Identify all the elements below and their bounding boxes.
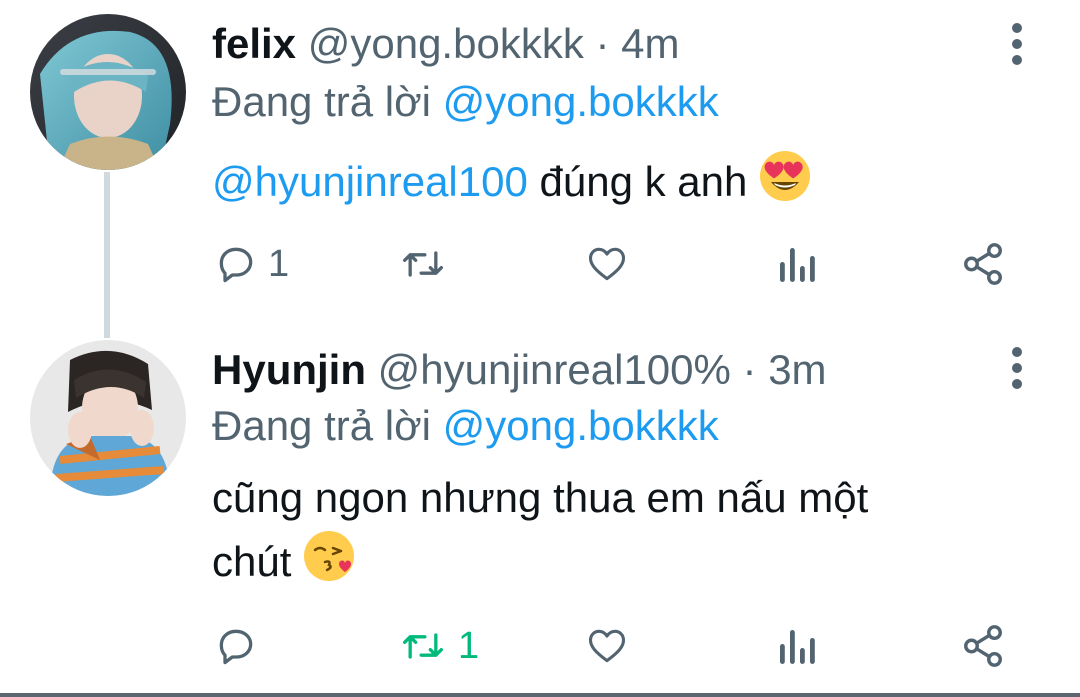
- tweet-header: Hyunjin @hyunjinreal100% · 3m: [212, 344, 827, 396]
- analytics-button[interactable]: [776, 234, 816, 294]
- analytics-icon: [780, 248, 815, 282]
- analytics-icon: [780, 630, 815, 664]
- share-icon: [964, 243, 1002, 285]
- tweet-header: felix @yong.bokkkk · 4m: [212, 18, 680, 70]
- tweet-text-line-1: cũng ngon nhưng thua em nấu một: [212, 474, 869, 521]
- like-icon: [588, 629, 626, 663]
- like-button[interactable]: [584, 234, 630, 294]
- timestamp[interactable]: 4m: [621, 20, 679, 67]
- replying-prefix: Đang trả lời: [212, 78, 431, 125]
- analytics-button[interactable]: [776, 616, 816, 676]
- tweet-actions: 1: [0, 234, 1080, 294]
- avatar-felix[interactable]: [30, 14, 186, 170]
- share-button[interactable]: [960, 234, 1006, 294]
- reply-button[interactable]: [214, 616, 268, 676]
- share-button[interactable]: [960, 616, 1006, 676]
- reply-icon: [219, 247, 253, 283]
- avatar-hyunjin[interactable]: [30, 340, 186, 496]
- more-icon[interactable]: [1000, 18, 1034, 70]
- tweet-hyunjin[interactable]: Hyunjin @hyunjinreal100% · 3m Đang trả l…: [0, 330, 1080, 697]
- more-icon[interactable]: [1000, 342, 1034, 394]
- retweet-icon: [403, 251, 443, 277]
- tweet-text-line-2: chút: [212, 530, 355, 594]
- retweet-icon: [403, 633, 443, 659]
- mention-link[interactable]: @hyunjinreal100: [212, 158, 528, 205]
- replying-prefix: Đang trả lời: [212, 402, 431, 449]
- handle[interactable]: @yong.bokkkk: [308, 20, 584, 67]
- bottom-divider: [0, 693, 1080, 697]
- reply-icon: [219, 629, 253, 665]
- tweet-text: đúng k anh: [527, 158, 748, 205]
- tweet-actions: 1: [0, 616, 1080, 676]
- tweet-text: chút: [212, 538, 292, 585]
- display-name[interactable]: felix: [212, 20, 296, 67]
- replying-to-link[interactable]: @yong.bokkkk: [443, 402, 719, 449]
- separator: ·: [595, 20, 610, 67]
- replying-to: Đang trả lời @yong.bokkkk: [212, 76, 719, 128]
- display-name[interactable]: Hyunjin: [212, 346, 366, 393]
- tweet-felix[interactable]: felix @yong.bokkkk · 4m Đang trả lời @yo…: [0, 0, 1080, 338]
- reply-button[interactable]: 1: [214, 234, 289, 294]
- replying-to-link[interactable]: @yong.bokkkk: [443, 78, 719, 125]
- tweet-body: @hyunjinreal100 đúng k anh: [212, 150, 811, 214]
- separator: ·: [742, 346, 757, 393]
- heart-eyes-emoji-icon: [759, 150, 811, 214]
- replying-to: Đang trả lời @yong.bokkkk: [212, 400, 719, 452]
- timestamp[interactable]: 3m: [768, 346, 826, 393]
- retweet-button[interactable]: [398, 234, 458, 294]
- like-icon: [588, 247, 626, 281]
- retweet-count: 1: [458, 624, 480, 667]
- reply-count: 1: [268, 242, 290, 285]
- avatar-felix-image: [30, 14, 186, 170]
- share-icon: [964, 625, 1002, 667]
- like-button[interactable]: [584, 616, 630, 676]
- handle[interactable]: @hyunjinreal100%: [378, 346, 731, 393]
- kissing-heart-emoji-icon: [303, 530, 355, 594]
- retweet-button[interactable]: 1: [398, 616, 479, 676]
- avatar-hyunjin-image: [30, 340, 186, 496]
